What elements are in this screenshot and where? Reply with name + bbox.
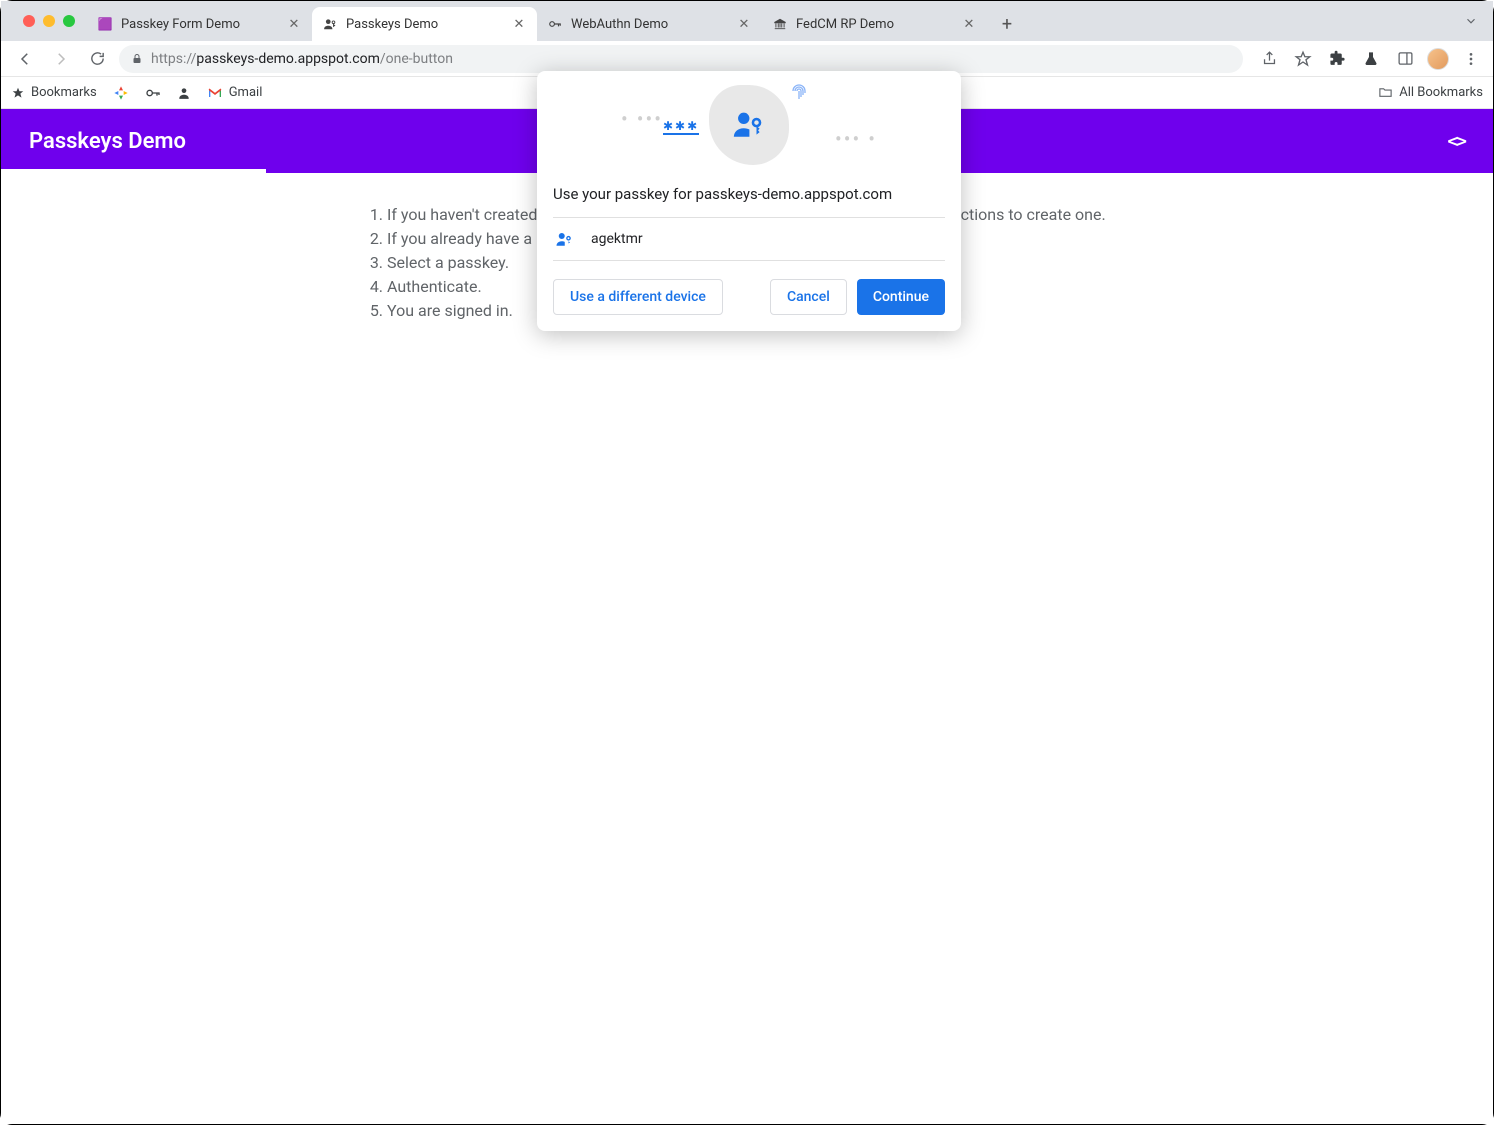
all-bookmarks-button[interactable]: All Bookmarks <box>1378 85 1483 100</box>
window-maximize-button[interactable] <box>63 15 75 27</box>
url-text: https://passkeys-demo.appspot.com/one-bu… <box>151 51 453 67</box>
chrome-menu-icon[interactable] <box>1459 47 1483 71</box>
cancel-button[interactable]: Cancel <box>770 279 847 315</box>
close-icon[interactable]: ✕ <box>736 16 752 32</box>
app-title: Passkeys Demo <box>29 129 186 154</box>
sidepanel-icon[interactable] <box>1393 47 1417 71</box>
labs-icon[interactable] <box>1359 47 1383 71</box>
passkey-icon <box>555 230 573 248</box>
favicon-icon: 🟪 <box>97 16 113 32</box>
fingerprint-icon <box>787 81 811 105</box>
address-bar[interactable]: https://passkeys-demo.appspot.com/one-bu… <box>119 45 1243 73</box>
tab-title: WebAuthn Demo <box>571 17 728 32</box>
browser-tab-strip: 🟪 Passkey Form Demo ✕ Passkeys Demo ✕ We… <box>1 1 1493 41</box>
browser-tab[interactable]: WebAuthn Demo ✕ <box>537 7 762 41</box>
new-tab-button[interactable]: + <box>993 10 1021 38</box>
window-controls <box>11 1 87 41</box>
close-icon[interactable]: ✕ <box>286 16 302 32</box>
bookmark-gmail[interactable]: Gmail <box>207 85 263 101</box>
profile-avatar[interactable] <box>1427 48 1449 70</box>
passkey-hero-icon <box>731 107 765 141</box>
active-tab-indicator <box>1 169 266 173</box>
star-icon[interactable] <box>1291 47 1315 71</box>
bookmark-label: Bookmarks <box>31 85 97 100</box>
browser-tab[interactable]: FedCM RP Demo ✕ <box>762 7 987 41</box>
continue-button[interactable]: Continue <box>857 279 945 315</box>
bookmarks-item[interactable]: Bookmarks <box>11 85 97 100</box>
browser-tab-active[interactable]: Passkeys Demo ✕ <box>312 7 537 41</box>
window-close-button[interactable] <box>23 15 35 27</box>
bookmark-key[interactable] <box>145 85 161 101</box>
code-toggle-icon[interactable]: <> <box>1447 131 1465 152</box>
extensions-icon[interactable] <box>1325 47 1349 71</box>
tab-title: FedCM RP Demo <box>796 17 953 32</box>
bookmark-label: Gmail <box>229 85 263 100</box>
bookmark-person[interactable] <box>177 86 191 100</box>
bank-favicon-icon <box>772 16 788 32</box>
passkey-account-row[interactable]: agektmr <box>553 217 945 261</box>
key-favicon-icon <box>547 16 563 32</box>
tab-title: Passkeys Demo <box>346 17 503 32</box>
close-icon[interactable]: ✕ <box>511 16 527 32</box>
dialog-title: Use your passkey for passkeys-demo.appsp… <box>553 179 945 217</box>
dialog-hero-image: ✱✱✱ • ••• ••• • <box>537 71 961 179</box>
back-button[interactable] <box>11 45 39 73</box>
passkey-favicon-icon <box>322 16 338 32</box>
close-icon[interactable]: ✕ <box>961 16 977 32</box>
account-username: agektmr <box>591 231 643 247</box>
tab-title: Passkey Form Demo <box>121 17 278 32</box>
tab-overflow-button[interactable] <box>1459 9 1483 33</box>
lock-icon <box>131 53 143 65</box>
passkey-dialog: ✱✱✱ • ••• ••• • Use your passkey for pas… <box>537 71 961 331</box>
bookmark-photos[interactable] <box>113 85 129 101</box>
browser-tab[interactable]: 🟪 Passkey Form Demo ✕ <box>87 7 312 41</box>
use-different-device-button[interactable]: Use a different device <box>553 279 723 315</box>
bookmark-label: All Bookmarks <box>1399 85 1483 100</box>
window-minimize-button[interactable] <box>43 15 55 27</box>
share-icon[interactable] <box>1257 47 1281 71</box>
reload-button[interactable] <box>83 45 111 73</box>
forward-button[interactable] <box>47 45 75 73</box>
